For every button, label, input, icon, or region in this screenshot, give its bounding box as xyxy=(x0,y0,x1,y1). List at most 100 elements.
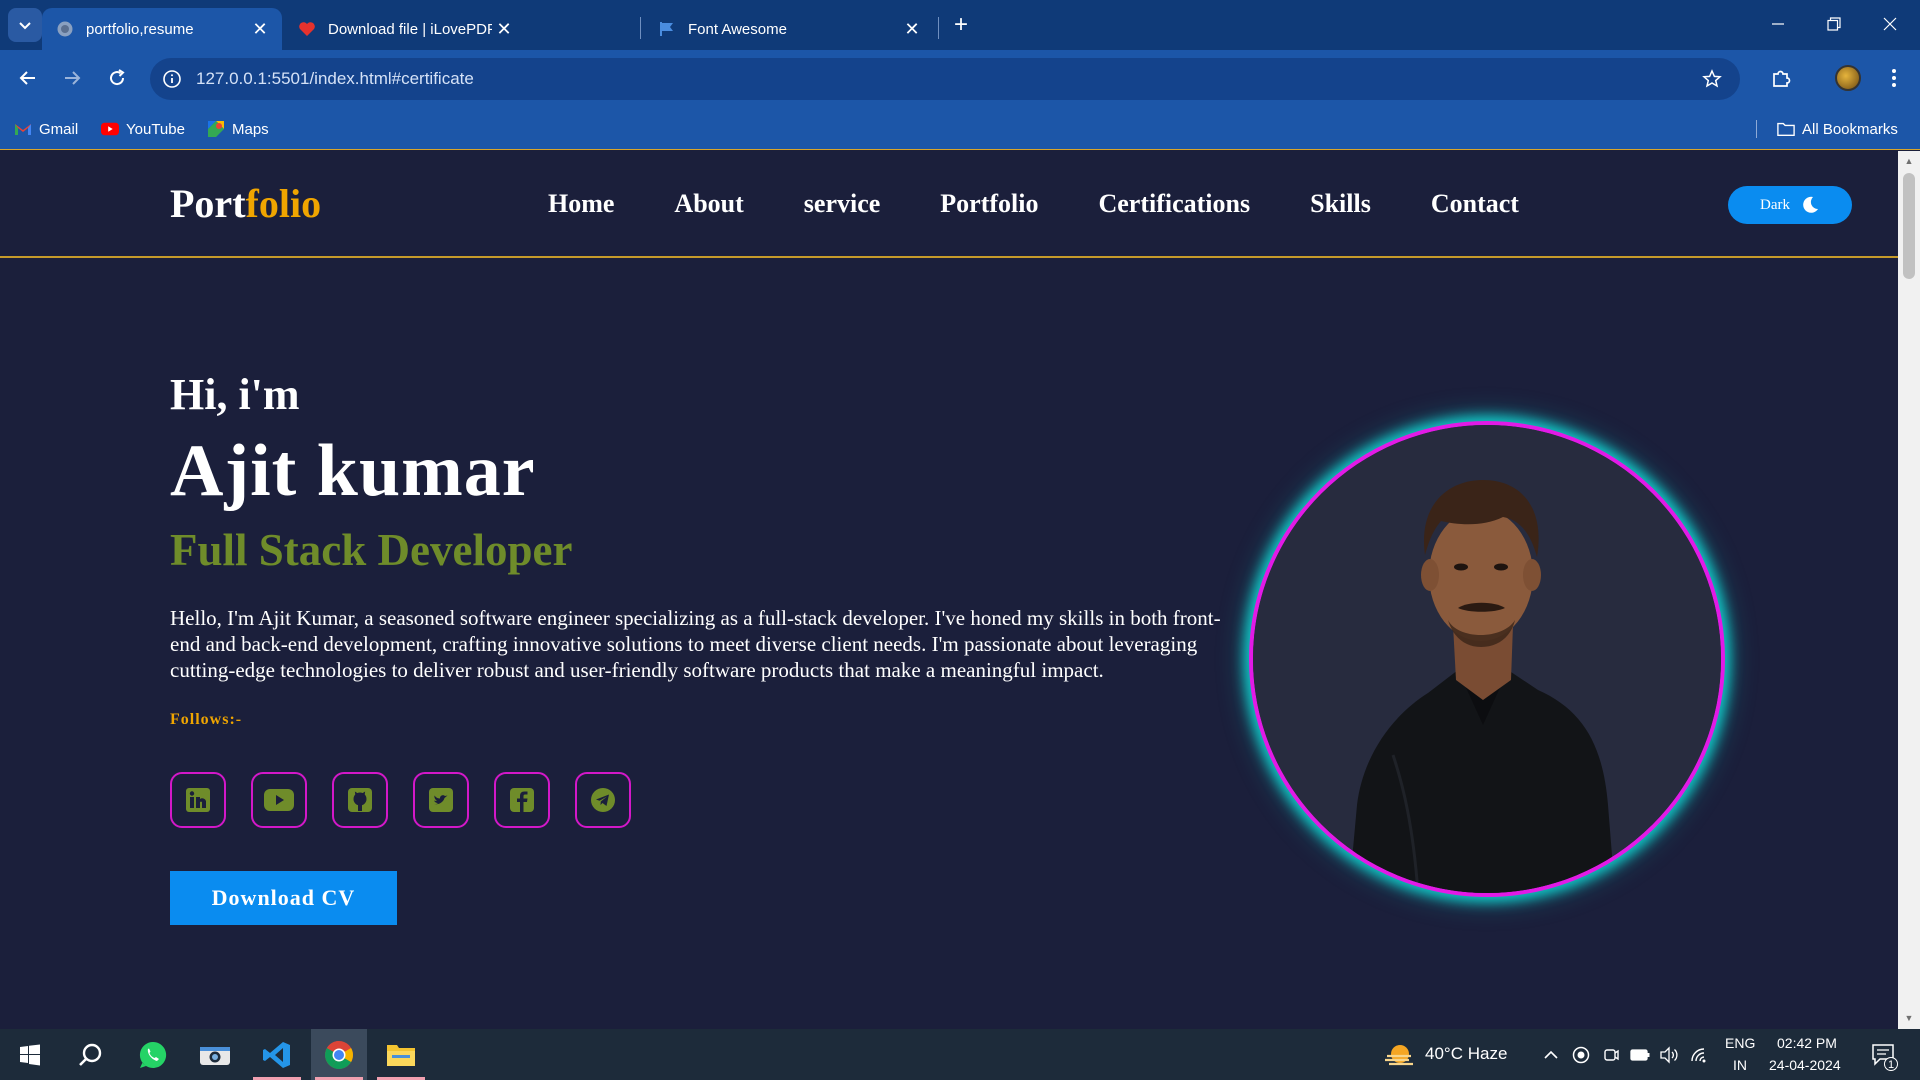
maps-icon xyxy=(207,120,225,138)
forward-button[interactable] xyxy=(56,62,88,94)
facebook-link[interactable] xyxy=(494,772,550,828)
bookmark-maps[interactable]: Maps xyxy=(207,118,269,140)
globe-icon xyxy=(56,20,74,38)
windows-logo-icon xyxy=(20,1044,40,1065)
bookmark-star-icon[interactable] xyxy=(1700,67,1724,91)
new-tab-button[interactable]: + xyxy=(948,11,974,38)
tab-ilovepdf[interactable]: Download file | iLovePDF ✕ xyxy=(284,8,526,50)
tab-title: portfolio,resume xyxy=(86,20,194,38)
volume-icon[interactable] xyxy=(1659,1045,1679,1065)
site-logo[interactable]: Portfolio xyxy=(170,180,321,227)
close-tab-icon[interactable]: ✕ xyxy=(492,17,516,41)
chevron-up-icon[interactable] xyxy=(1541,1045,1561,1065)
profile-button[interactable] xyxy=(1832,62,1864,94)
theme-toggle-button[interactable]: Dark xyxy=(1728,186,1852,224)
scroll-thumb[interactable] xyxy=(1903,173,1915,279)
page-scrollbar[interactable]: ▲ ▼ xyxy=(1898,151,1920,1029)
nav-service[interactable]: service xyxy=(804,189,881,219)
search-icon xyxy=(79,1043,102,1066)
restore-button[interactable] xyxy=(1806,0,1862,48)
record-icon[interactable] xyxy=(1571,1045,1591,1065)
bookmarks-separator xyxy=(1756,120,1757,138)
page-viewport: Portfolio Home About service Portfolio C… xyxy=(0,151,1898,1029)
hero-role: Full Stack Developer xyxy=(170,525,573,575)
twitter-icon xyxy=(429,788,453,812)
taskbar-vscode[interactable] xyxy=(249,1029,305,1080)
tab-search-button[interactable] xyxy=(8,8,42,42)
nav-home[interactable]: Home xyxy=(548,189,614,219)
close-tab-icon[interactable]: ✕ xyxy=(900,17,924,41)
youtube-icon xyxy=(264,789,294,811)
hero-name: Ajit kumar xyxy=(170,430,536,512)
youtube-link[interactable] xyxy=(251,772,307,828)
github-link[interactable] xyxy=(332,772,388,828)
github-icon xyxy=(348,788,372,812)
linkedin-link[interactable] xyxy=(170,772,226,828)
close-tab-icon[interactable]: ✕ xyxy=(248,17,272,41)
weather-text[interactable]: 40°C Haze xyxy=(1425,1044,1507,1064)
hero-greeting: Hi, i'm xyxy=(170,370,300,419)
tab-strip: portfolio,resume ✕ Download file | iLove… xyxy=(0,0,1920,50)
twitter-link[interactable] xyxy=(413,772,469,828)
battery-icon[interactable] xyxy=(1630,1045,1650,1065)
more-vertical-icon xyxy=(1892,69,1896,87)
nav-contact[interactable]: Contact xyxy=(1431,189,1519,219)
scroll-up-arrow[interactable]: ▲ xyxy=(1904,156,1914,166)
taskbar-camera[interactable] xyxy=(187,1029,243,1080)
reload-button[interactable] xyxy=(101,62,133,94)
bookmarks-bar: Gmail YouTube Maps All Bookmarks xyxy=(0,108,1920,150)
search-button[interactable] xyxy=(62,1029,118,1080)
nav-portfolio[interactable]: Portfolio xyxy=(940,189,1038,219)
taskbar-file-explorer[interactable] xyxy=(373,1029,429,1080)
region-code[interactable]: IN xyxy=(1733,1057,1747,1073)
folder-icon xyxy=(1777,120,1795,138)
linkedin-icon xyxy=(186,788,210,812)
tab-separator xyxy=(938,17,939,39)
logo-main: Port xyxy=(170,181,246,226)
back-button[interactable] xyxy=(12,62,44,94)
taskbar-chrome[interactable] xyxy=(311,1029,367,1080)
language-code[interactable]: ENG xyxy=(1725,1035,1755,1051)
wifi-icon[interactable] xyxy=(1689,1045,1709,1065)
bookmark-label: YouTube xyxy=(126,120,185,138)
restore-icon xyxy=(1827,17,1841,31)
chrome-icon xyxy=(325,1040,353,1069)
hero-bio: Hello, I'm Ajit Kumar, a seasoned softwa… xyxy=(170,606,1221,682)
url-text[interactable]: 127.0.0.1:5501/index.html#certificate xyxy=(196,69,474,89)
telegram-icon xyxy=(591,788,615,812)
tab-separator xyxy=(640,17,641,39)
nav-about[interactable]: About xyxy=(674,189,743,219)
profile-avatar xyxy=(1835,65,1861,91)
download-cv-button[interactable]: Download CV xyxy=(170,871,397,925)
close-window-button[interactable] xyxy=(1862,0,1918,48)
clock-date[interactable]: 24-04-2024 xyxy=(1769,1057,1841,1073)
scroll-down-arrow[interactable]: ▼ xyxy=(1904,1013,1914,1023)
telegram-link[interactable] xyxy=(575,772,631,828)
browser-menu-button[interactable] xyxy=(1878,62,1910,94)
windows-taskbar: 40°C Haze ENG IN 02:42 PM 24-04-2024 1 xyxy=(0,1029,1920,1080)
meet-now-icon[interactable] xyxy=(1601,1045,1621,1065)
tab-title: Download file | iLovePDF xyxy=(328,20,492,38)
bookmark-label: Maps xyxy=(232,120,269,138)
minimize-icon xyxy=(1772,23,1784,25)
all-bookmarks-button[interactable]: All Bookmarks xyxy=(1777,118,1898,140)
browser-toolbar: 127.0.0.1:5501/index.html#certificate xyxy=(0,50,1920,108)
facebook-icon xyxy=(510,788,534,812)
all-bookmarks-label: All Bookmarks xyxy=(1802,120,1898,138)
extensions-button[interactable] xyxy=(1765,62,1797,94)
clock-time[interactable]: 02:42 PM xyxy=(1777,1035,1837,1051)
start-button[interactable] xyxy=(2,1029,58,1080)
site-info-icon[interactable] xyxy=(160,67,184,91)
bookmark-gmail[interactable]: Gmail xyxy=(14,118,78,140)
taskbar-whatsapp[interactable] xyxy=(125,1029,181,1080)
nav-certifications[interactable]: Certifications xyxy=(1098,189,1250,219)
tab-portfolio[interactable]: portfolio,resume ✕ xyxy=(42,8,282,50)
bookmark-label: Gmail xyxy=(39,120,79,138)
bookmark-youtube[interactable]: YouTube xyxy=(101,118,185,140)
weather-sun-haze-icon[interactable] xyxy=(1384,1041,1414,1069)
address-bar[interactable]: 127.0.0.1:5501/index.html#certificate xyxy=(150,58,1740,100)
nav-skills[interactable]: Skills xyxy=(1310,189,1371,219)
youtube-icon xyxy=(101,120,119,138)
minimize-button[interactable] xyxy=(1750,0,1806,48)
tab-font-awesome[interactable]: Font Awesome ✕ xyxy=(644,8,934,50)
